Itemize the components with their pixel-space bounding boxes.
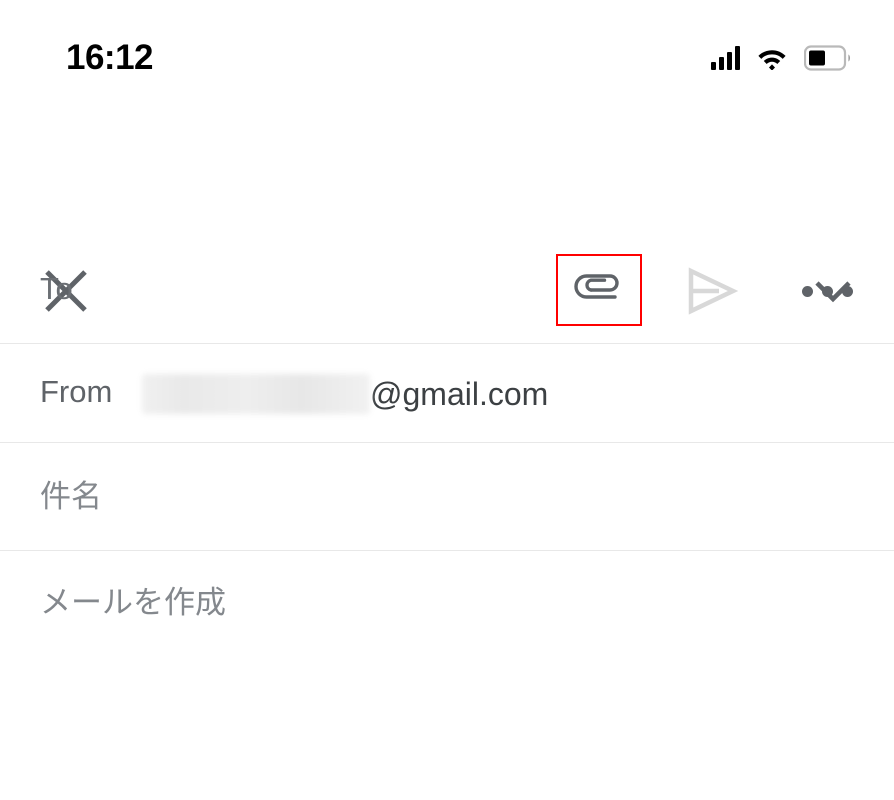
redacted-username-block: [142, 374, 370, 414]
expand-recipients-button[interactable]: [812, 271, 854, 311]
message-body-area[interactable]: メールを作成: [0, 551, 894, 800]
status-bar: 16:12: [0, 0, 894, 118]
battery-icon: [804, 45, 850, 71]
compose-toolbar: [0, 118, 894, 326]
cellular-signal-icon: [711, 46, 740, 70]
status-bar-indicators: [711, 40, 852, 76]
from-domain-text: @gmail.com: [370, 376, 549, 412]
wifi-icon: [758, 50, 786, 70]
to-field-label: To: [40, 271, 73, 306]
sender-from-row[interactable]: From @gmail.com: [0, 344, 894, 443]
chevron-down-icon: [815, 281, 851, 303]
from-account-value: @gmail.com: [142, 372, 548, 416]
status-bar-clock: 16:12: [66, 38, 154, 77]
subject-placeholder: 件名: [40, 479, 102, 514]
recipient-to-row[interactable]: To: [0, 237, 894, 344]
from-field-label: From: [40, 374, 113, 409]
subject-row[interactable]: 件名: [0, 443, 894, 551]
body-placeholder: メールを作成: [40, 585, 226, 620]
